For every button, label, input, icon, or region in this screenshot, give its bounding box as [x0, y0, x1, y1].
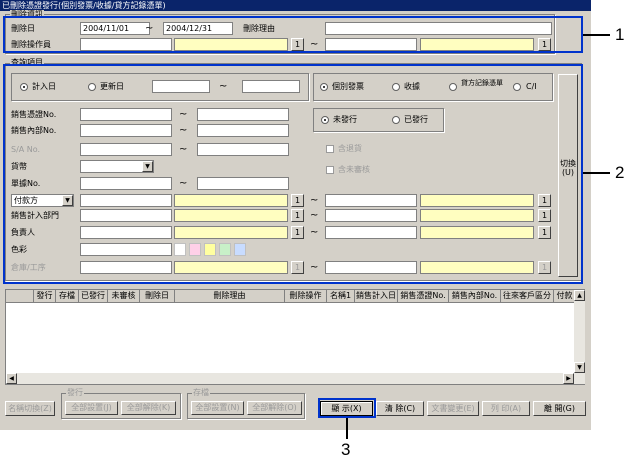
col-header-customer-type[interactable]: 往來客戶區分 — [501, 290, 554, 302]
doc-change-button[interactable]: 文書變更(E) — [427, 401, 479, 416]
grid-header: 發行 存檔 已發行 未審核 刪除日 刪除理由 刪除操作 名稱1 銷售計入日 銷售… — [6, 290, 574, 303]
callout-number-3: 3 — [341, 440, 351, 459]
issue-group-label: 發行 — [66, 388, 84, 398]
col-header-issued[interactable]: 已發行 — [79, 290, 108, 302]
col-header-delete-operator[interactable]: 刪除操作 — [285, 290, 327, 302]
callout-line-2 — [583, 172, 610, 174]
archive-all-clear-button[interactable]: 全部解除(O) — [247, 401, 302, 415]
window-title: 已刪除憑證發行(個別發票/收據/貸方記錄憑單) — [0, 0, 591, 11]
callout-number-1: 1 — [615, 25, 625, 44]
col-header-payment[interactable]: 付款 — [554, 290, 574, 302]
highlight-box-1 — [3, 16, 583, 53]
highlight-box-3 — [318, 398, 376, 418]
name-switch-button[interactable]: 名稱切換(Z) — [5, 401, 55, 416]
col-header-delete-reason[interactable]: 刪除理由 — [175, 290, 285, 302]
callout-line-3 — [346, 418, 348, 439]
col-header-sales-entry-date[interactable]: 銷售計入日 — [355, 290, 398, 302]
col-header-name1[interactable]: 名稱1 — [327, 290, 355, 302]
callout-number-2: 2 — [615, 163, 625, 182]
scroll-up-button[interactable]: ▲ — [574, 290, 585, 301]
col-header-sales-doc-no[interactable]: 銷售憑證No. — [398, 290, 449, 302]
col-header-issue[interactable]: 發行 — [34, 290, 56, 302]
close-button[interactable]: 離 開(G) — [533, 401, 586, 416]
scroll-down-button[interactable]: ▼ — [574, 362, 585, 373]
callout-line-1 — [583, 34, 610, 36]
col-header-archive[interactable]: 存檔 — [56, 290, 79, 302]
grid-header-corner — [6, 290, 34, 302]
print-button[interactable]: 列 印(A) — [482, 401, 530, 416]
issue-all-clear-button[interactable]: 全部解除(K) — [121, 401, 176, 415]
highlight-box-2 — [3, 64, 583, 284]
horizontal-scrollbar[interactable]: ◀ ▶ — [6, 373, 574, 384]
clear-button[interactable]: 清 除(C) — [376, 401, 424, 416]
col-header-sales-internal-no[interactable]: 銷售內部No. — [449, 290, 501, 302]
archive-all-set-button[interactable]: 全部設置(N) — [191, 401, 244, 415]
vertical-scrollbar[interactable]: ▲ ▼ — [574, 290, 585, 384]
scroll-right-button[interactable]: ▶ — [563, 373, 574, 384]
col-header-delete-date[interactable]: 刪除日 — [140, 290, 175, 302]
app-window: 已刪除憑證發行(個別發票/收據/貸方記錄憑單) 刪除資訊 刪除日 2004/11… — [0, 0, 591, 430]
archive-group-label: 存檔 — [192, 388, 210, 398]
results-grid[interactable]: 發行 存檔 已發行 未審核 刪除日 刪除理由 刪除操作 名稱1 銷售計入日 銷售… — [5, 289, 585, 385]
col-header-unreviewed[interactable]: 未審核 — [108, 290, 140, 302]
scroll-left-button[interactable]: ◀ — [6, 373, 17, 384]
issue-all-set-button[interactable]: 全部設置(J) — [65, 401, 118, 415]
